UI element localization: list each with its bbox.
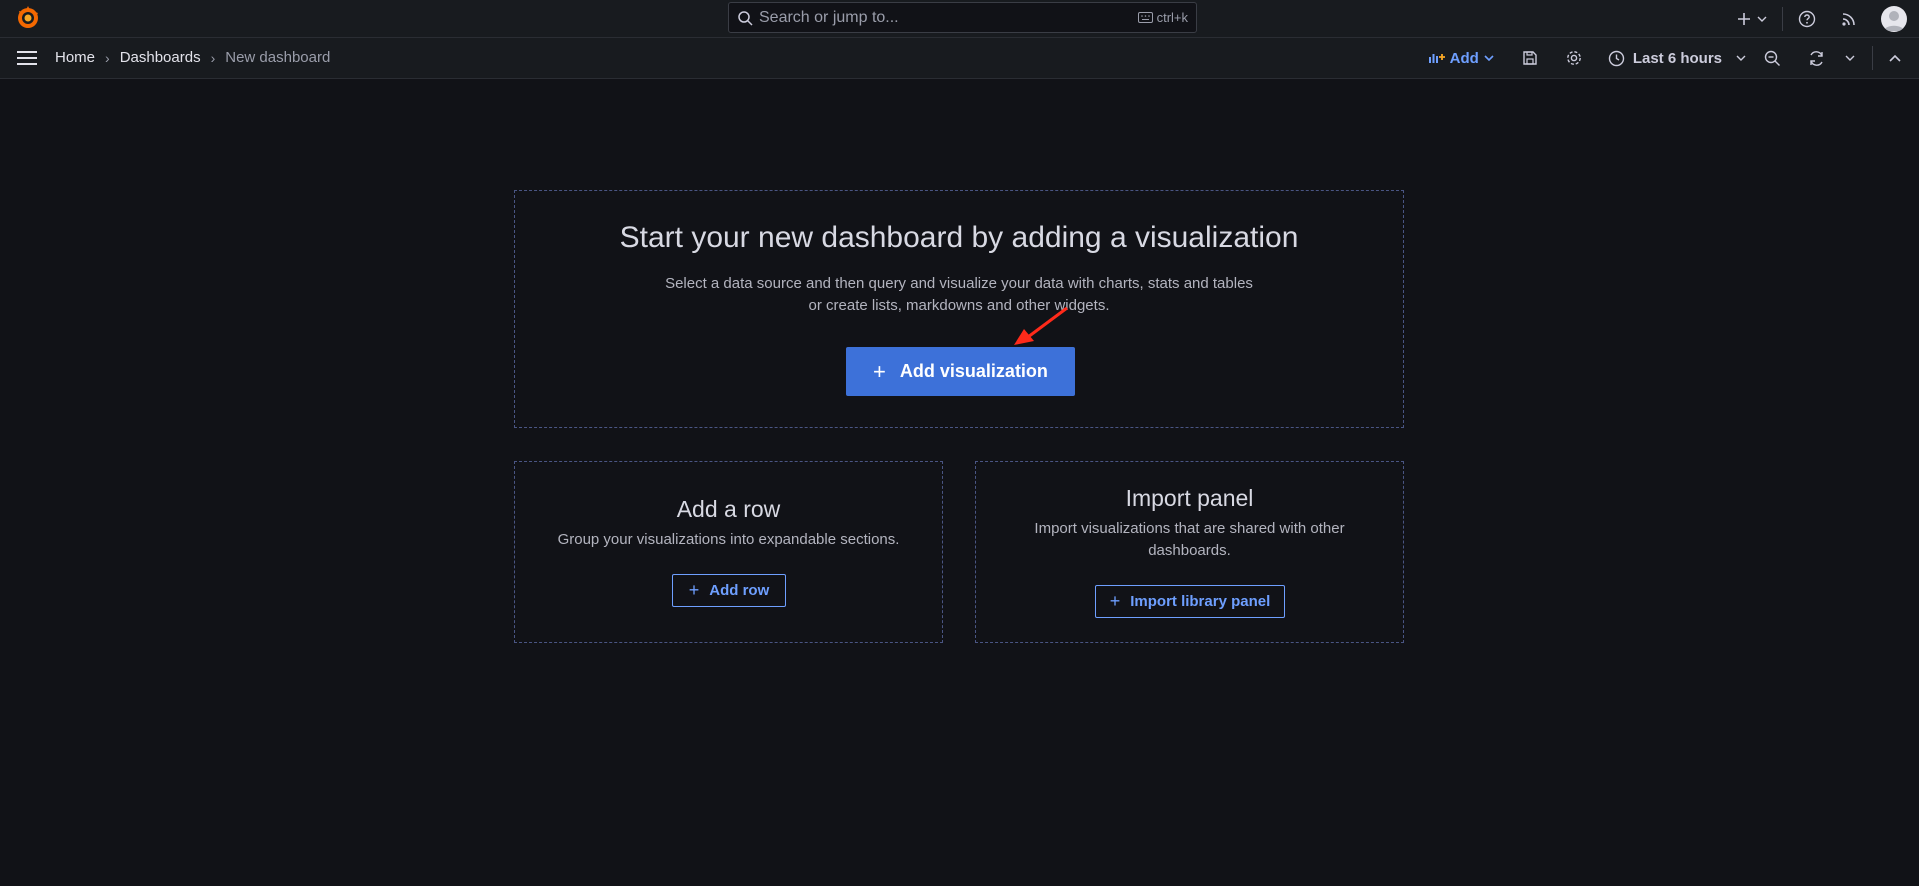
annotation-arrow-icon [1014,306,1068,345]
add-visualization-label: Add visualization [899,361,1048,381]
rss-news-icon[interactable] [1839,9,1859,29]
time-range-label: Last 6 hours [1632,49,1722,67]
description-line: dashboards. [1148,542,1231,559]
search-icon [737,10,753,26]
add-button-label: Add [1449,49,1479,67]
help-icon[interactable] [1797,9,1817,29]
breadcrumb-separator-icon: › [210,49,216,66]
save-icon[interactable] [1520,48,1540,68]
chevron-up-icon[interactable] [1885,48,1905,68]
breadcrumb-home[interactable]: Home [55,49,95,66]
grafana-logo-icon[interactable] [15,5,41,31]
plus-icon: + [1109,591,1121,611]
import-library-panel-button[interactable]: + Import library panel [1095,585,1285,618]
import-library-panel-label: Import library panel [1130,593,1271,610]
refresh-icon[interactable] [1806,48,1826,68]
add-panel-icon [1428,54,1445,63]
user-avatar[interactable] [1881,5,1907,32]
keyboard-shortcut: ctrl+k [1137,10,1188,25]
chevron-down-icon[interactable] [1756,9,1768,29]
plus-icon: + [688,580,700,600]
settings-gear-icon[interactable] [1564,48,1584,68]
dashboard-toolbar: Add Last 6 hours [1428,38,1919,78]
add-row-title: Add a row [676,496,781,522]
add-visualization-button[interactable]: + Add visualization [846,347,1075,396]
import-panel-title: Import panel [1125,485,1254,511]
menu-icon[interactable] [16,49,38,67]
clock-icon [1608,50,1625,66]
breadcrumb-separator-icon: › [105,49,110,66]
refresh-interval-chevron-down-icon[interactable] [1840,48,1860,68]
top-bar: Search or jump to... ctrl+k [0,0,1919,38]
empty-state-title: Start your new dashboard by adding a vis… [619,221,1299,254]
description-line: Import visualizations that are shared wi… [1034,520,1345,537]
import-panel-description: Import visualizations that are shared wi… [976,518,1403,562]
top-right-actions [1734,0,1919,37]
new-plus-icon[interactable] [1734,9,1754,29]
divider [1782,6,1783,31]
divider [1872,46,1873,70]
chevron-down-icon [1484,55,1494,61]
dashboard-nav-bar: Home › Dashboards › New dashboard Add La… [0,38,1919,79]
add-button[interactable]: Add [1428,50,1494,67]
breadcrumb: Home › Dashboards › New dashboard [55,49,330,66]
time-range-picker[interactable]: Last 6 hours [1608,50,1746,67]
add-visualization-card: Start your new dashboard by adding a vis… [514,190,1404,428]
import-panel-card: Import panel Import visualizations that … [975,461,1404,643]
empty-state-description: Select a data source and then query and … [515,273,1403,317]
breadcrumb-dashboards[interactable]: Dashboards [120,49,201,66]
search-placeholder: Search or jump to... [759,8,899,26]
add-row-card: Add a row Group your visualizations into… [514,461,943,643]
description-line: or create lists, markdowns and other wid… [808,297,1110,314]
add-row-description: Group your visualizations into expandabl… [557,531,900,548]
add-row-label: Add row [709,582,770,599]
plus-icon: + [873,358,886,384]
zoom-out-icon[interactable] [1762,48,1782,68]
shortcut-label: ctrl+k [1156,10,1188,25]
description-line: Select a data source and then query and … [665,275,1253,292]
chevron-down-icon [1736,55,1746,61]
add-row-button[interactable]: + Add row [672,574,786,607]
keyboard-icon [1137,12,1153,23]
search-bar[interactable]: Search or jump to... ctrl+k [728,2,1197,33]
breadcrumb-current: New dashboard [225,49,331,66]
